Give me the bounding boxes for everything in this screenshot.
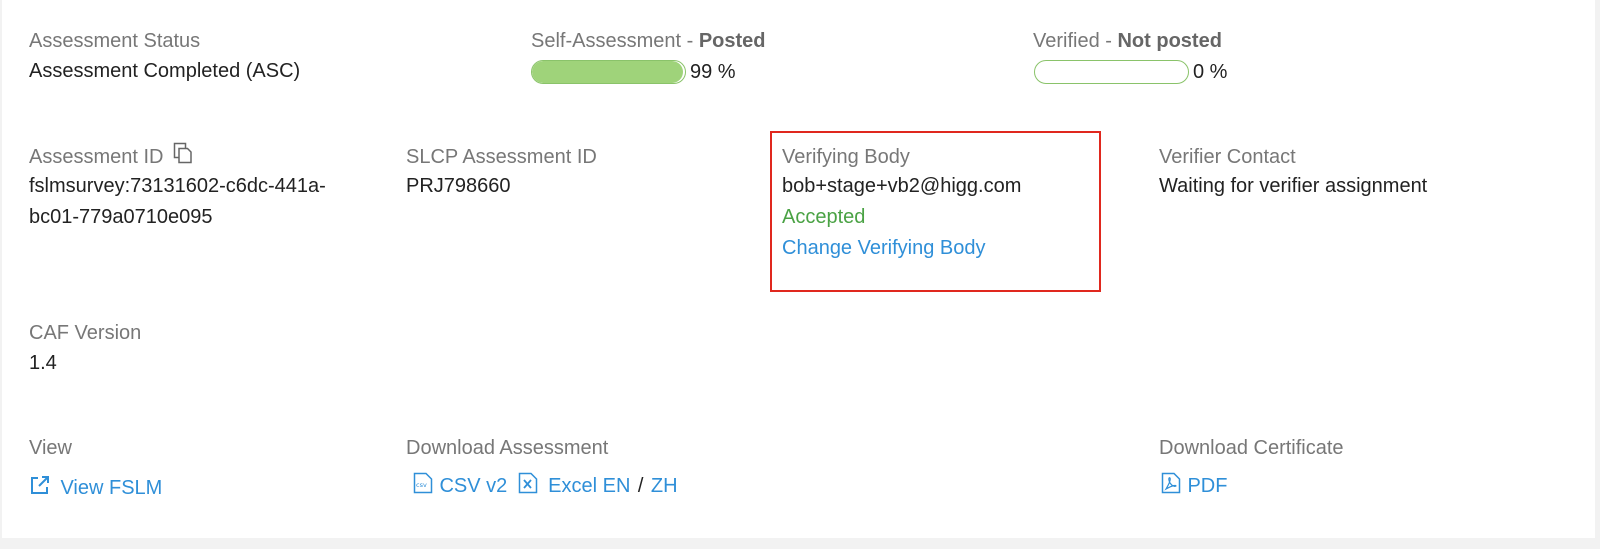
assessment-status-label: Assessment Status [29, 30, 201, 52]
verifying-body-email: bob+stage+vb2@higg.com [782, 175, 1022, 197]
caf-version-value: 1.4 [29, 352, 57, 374]
view-fslm-link[interactable]: View FSLM [29, 474, 162, 502]
download-assessment-links: csv CSV v2 Excel EN / ZH [413, 472, 678, 500]
excel-en-link[interactable]: Excel EN [548, 475, 630, 497]
verified-progress-bar [1034, 60, 1189, 84]
verified-state: Not posted [1117, 30, 1222, 52]
external-link-icon [29, 474, 51, 501]
view-label: View [29, 437, 72, 459]
assessment-id-line2: bc01-779a0710e095 [29, 206, 213, 228]
verified-progress-text: 0 % [1193, 61, 1228, 83]
caf-version-label: CAF Version [29, 322, 142, 344]
verified-label: Verified - Not posted [1033, 29, 1222, 53]
csv-file-icon[interactable]: csv [413, 472, 433, 499]
verifying-body-status: Accepted [782, 206, 866, 228]
verifying-body-label: Verifying Body [782, 146, 910, 168]
download-assessment-label: Download Assessment [406, 437, 609, 459]
assessment-id-line1: fslmsurvey:73131602-c6dc-441a- [29, 175, 326, 197]
change-verifying-body-link[interactable]: Change Verifying Body [782, 234, 985, 262]
download-pdf-link[interactable]: PDF [1161, 472, 1227, 500]
view-fslm-text[interactable]: View FSLM [60, 477, 162, 499]
self-assessment-label-text: Self-Assessment - [531, 30, 699, 52]
self-assessment-state: Posted [698, 30, 766, 52]
verifier-contact-value: Waiting for verifier assignment [1159, 175, 1428, 197]
self-assessment-progress-bar [531, 60, 686, 84]
assessment-id-label-text: Assessment ID [29, 146, 164, 168]
slcp-value: PRJ798660 [406, 175, 511, 197]
verified-label-text: Verified - [1033, 30, 1118, 52]
verifier-contact-label: Verifier Contact [1159, 146, 1296, 168]
self-assessment-progress-fill [532, 61, 684, 83]
csv-v2-link[interactable]: CSV v2 [439, 475, 507, 497]
self-assessment-progress-text: 99 % [690, 61, 736, 83]
language-separator: / [637, 475, 644, 497]
self-assessment-label: Self-Assessment - Posted [531, 29, 766, 53]
excel-file-icon[interactable] [518, 472, 538, 499]
excel-zh-link[interactable]: ZH [651, 475, 678, 497]
download-certificate-label: Download Certificate [1159, 437, 1344, 459]
pdf-icon [1161, 472, 1181, 499]
assessment-status-value: Assessment Completed (ASC) [29, 60, 301, 82]
svg-text:csv: csv [416, 481, 427, 489]
copy-icon[interactable] [173, 142, 193, 170]
assessment-id-label: Assessment ID [29, 142, 193, 170]
slcp-label: SLCP Assessment ID [406, 146, 597, 168]
assessment-card: Assessment Status Assessment Completed (… [2, 0, 1595, 538]
pdf-link-text[interactable]: PDF [1187, 475, 1227, 497]
